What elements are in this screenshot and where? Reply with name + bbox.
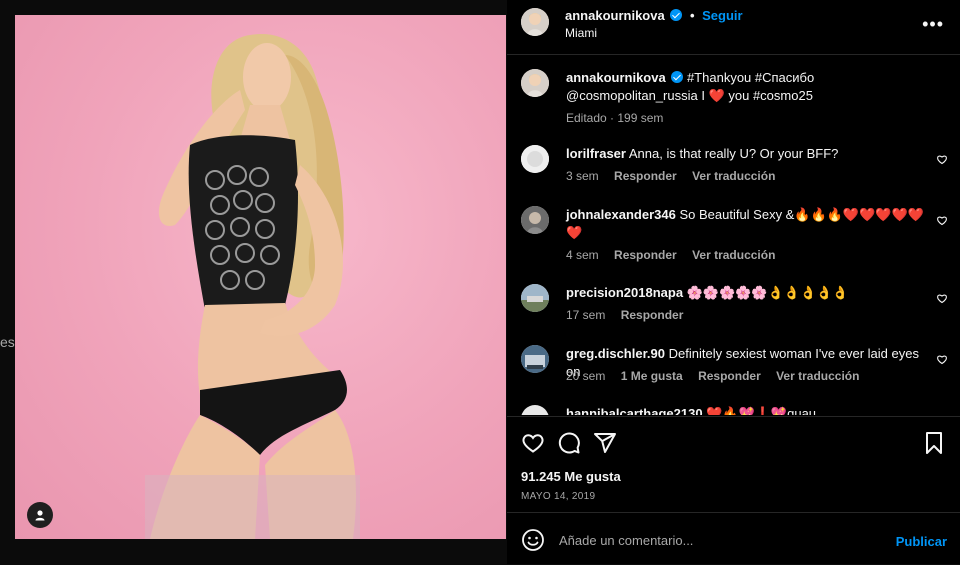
comment-text: johnalexander346 So Beautiful Sexy &🔥🔥🔥❤… [566, 206, 924, 242]
caption-username[interactable]: annakournikova [566, 70, 666, 85]
comment-likes[interactable]: 1 Me gusta [621, 369, 683, 383]
comment-meta: 3 sem Responder Ver traducción [566, 169, 787, 183]
avatar-image [521, 8, 549, 36]
heart-icon[interactable] [521, 431, 545, 455]
caption-text: annakournikova #Thankyou #Спасибо @cosmo… [566, 69, 940, 105]
author-username[interactable]: annakournikova [565, 8, 665, 23]
reply-button[interactable]: Responder [698, 369, 761, 383]
reply-button[interactable]: Responder [621, 308, 684, 322]
author-avatar[interactable] [521, 8, 549, 36]
comment-meta: 17 sem Responder [566, 308, 695, 322]
comment-time[interactable]: 20 sem [566, 369, 605, 383]
translate-button[interactable]: Ver traducción [692, 169, 775, 183]
avatar-image [521, 145, 549, 173]
post-photo-figure [145, 34, 360, 539]
comment-username[interactable]: hannibalcarthage2130 [566, 406, 703, 415]
comments-list[interactable]: annakournikova #Thankyou #Спасибо @cosmo… [507, 55, 960, 415]
comment-meta: 20 sem 1 Me gusta Responder Ver traducci… [566, 369, 871, 383]
reply-button[interactable]: Responder [614, 169, 677, 183]
caption-avatar[interactable] [521, 69, 549, 97]
like-comment-heart-icon[interactable] [936, 353, 948, 365]
comment-avatar[interactable] [521, 145, 549, 173]
comment-input[interactable] [557, 527, 881, 553]
caption-text-part2: you #cosmo25 [728, 88, 813, 103]
comment-content: ❤️🔥💖❗💖guau [706, 406, 817, 415]
comment-username[interactable]: johnalexander346 [566, 207, 676, 222]
avatar-image [521, 69, 549, 97]
comment-content: Anna, is that really U? Or your BFF? [628, 146, 839, 161]
comment-username[interactable]: lorilfraser [566, 146, 626, 161]
reply-button[interactable]: Responder [614, 248, 677, 262]
post-actions: 91.245 Me gusta MAYO 14, 2019 [507, 416, 960, 513]
caption-heart-emoji: ❤️ [708, 88, 725, 103]
like-comment-heart-icon[interactable] [936, 292, 948, 304]
verified-badge-icon [670, 9, 683, 21]
comment-composer: Publicar [507, 512, 960, 565]
separator-dot: • [689, 8, 695, 23]
like-comment-heart-icon[interactable] [936, 214, 948, 226]
comment-avatar[interactable] [521, 405, 549, 415]
comment-username[interactable]: precision2018napa [566, 285, 683, 300]
user-tag-icon [35, 510, 45, 521]
post-date[interactable]: MAYO 14, 2019 [521, 491, 595, 502]
emoji-icon[interactable] [521, 528, 545, 552]
translate-button[interactable]: Ver traducción [692, 248, 775, 262]
post-location[interactable]: Miami [565, 26, 597, 40]
comment-text: hannibalcarthage2130 ❤️🔥💖❗💖guau [566, 405, 924, 415]
more-options-icon[interactable]: ••• [922, 14, 944, 35]
likes-count[interactable]: 91.245 Me gusta [521, 469, 621, 484]
caption-meta: Editado · 199 sem [566, 111, 664, 125]
comment-username[interactable]: greg.dischler.90 [566, 346, 665, 361]
comment-icon[interactable] [557, 431, 581, 455]
follow-button[interactable]: Seguir [702, 8, 742, 23]
comment-text: precision2018napa 🌸🌸🌸🌸🌸👌👌👌👌👌 [566, 284, 924, 302]
publish-button[interactable]: Publicar [896, 534, 947, 549]
comment-meta: 4 sem Responder Ver traducción [566, 248, 787, 262]
comment-time[interactable]: 3 sem [566, 169, 599, 183]
background-edge-text: es [0, 334, 15, 350]
comment-content: 🌸🌸🌸🌸🌸👌👌👌👌👌 [686, 285, 849, 300]
comment-time[interactable]: 17 sem [566, 308, 605, 322]
post-image[interactable] [15, 15, 506, 539]
comment-time[interactable]: 4 sem [566, 248, 599, 262]
verified-badge-icon [671, 71, 684, 83]
like-comment-heart-icon[interactable] [936, 153, 948, 165]
post-header: annakournikova • Seguir Miami ••• [507, 0, 960, 55]
avatar-image [521, 345, 549, 373]
share-icon[interactable] [593, 431, 617, 455]
avatar-image [521, 206, 549, 234]
translate-button[interactable]: Ver traducción [776, 369, 859, 383]
author-line: annakournikova • Seguir [565, 8, 743, 23]
comment-text: lorilfraser Anna, is that really U? Or y… [566, 145, 924, 163]
comment-avatar[interactable] [521, 206, 549, 234]
bookmark-icon[interactable] [922, 431, 946, 455]
comment-avatar[interactable] [521, 345, 549, 373]
user-tag-button[interactable] [27, 502, 53, 528]
avatar-image [521, 284, 549, 312]
comment-avatar[interactable] [521, 284, 549, 312]
post-side-panel: annakournikova • Seguir Miami ••• annako… [507, 0, 960, 564]
